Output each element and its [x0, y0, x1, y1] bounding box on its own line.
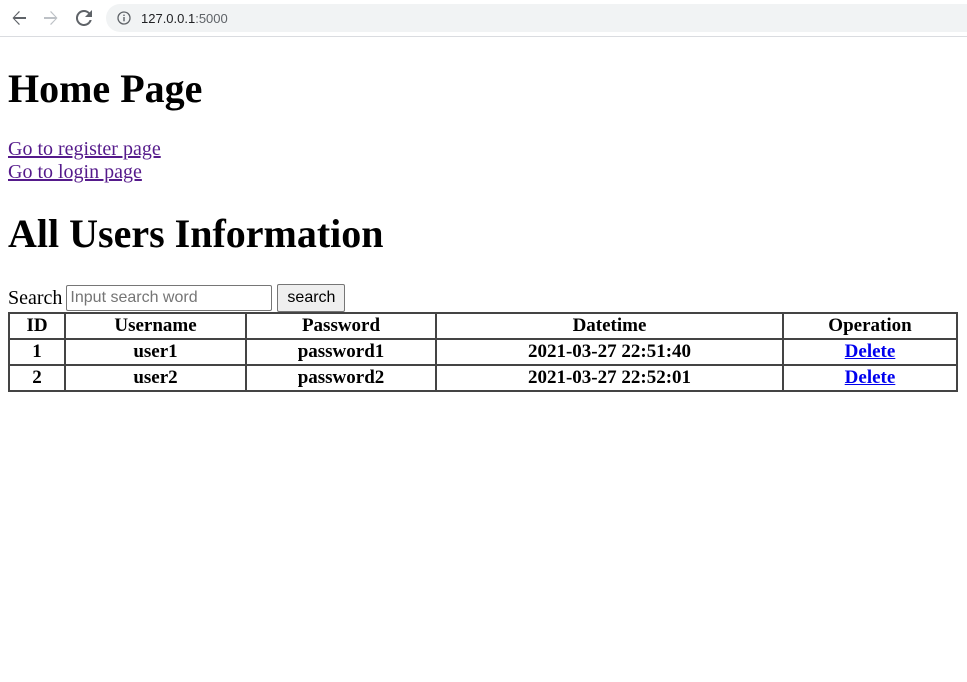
url-host: 127.0.0.1: [141, 10, 196, 26]
cell-username: user2: [64, 364, 247, 392]
arrow-left-icon: [12, 11, 26, 25]
search-form: Search search: [8, 284, 346, 312]
table-row: 2 user2 password2 2021-03-27 22:52:01 De…: [8, 364, 958, 392]
table-header-row: ID Username Password Datetime Operation: [8, 312, 958, 340]
section-title: All Users Information: [8, 211, 384, 256]
table-row: 1 user1 password1 2021-03-27 22:51:40 De…: [8, 338, 958, 366]
page-title: Home Page: [8, 66, 203, 111]
cell-id: 2: [8, 364, 66, 392]
delete-link[interactable]: Delete: [845, 367, 896, 388]
login-link[interactable]: Go to login page: [8, 161, 161, 184]
address-bar[interactable]: 127.0.0.1:5000: [106, 4, 967, 32]
cell-operation: Delete: [782, 338, 958, 366]
cell-id: 1: [8, 338, 66, 366]
reload-button[interactable]: [74, 8, 94, 28]
cell-username: user1: [64, 338, 247, 366]
cell-operation: Delete: [782, 364, 958, 392]
browser-toolbar: 127.0.0.1:5000: [0, 0, 967, 37]
info-icon[interactable]: [116, 10, 132, 26]
nav-links: Go to register page Go to login page: [8, 138, 161, 184]
search-label: Search: [8, 286, 63, 309]
cell-datetime: 2021-03-27 22:51:40: [435, 338, 784, 366]
forward-button[interactable]: [41, 8, 61, 28]
url-text[interactable]: 127.0.0.1:5000: [141, 11, 228, 26]
header-password: Password: [245, 312, 437, 340]
arrow-right-icon: [44, 11, 58, 25]
header-username: Username: [64, 312, 247, 340]
register-link[interactable]: Go to register page: [8, 138, 161, 161]
header-operation: Operation: [782, 312, 958, 340]
header-datetime: Datetime: [435, 312, 784, 340]
search-input[interactable]: [66, 285, 273, 311]
header-id: ID: [8, 312, 66, 340]
delete-link[interactable]: Delete: [845, 341, 896, 362]
cell-password: password2: [245, 364, 437, 392]
users-table: ID Username Password Datetime Operation …: [8, 312, 958, 392]
cell-datetime: 2021-03-27 22:52:01: [435, 364, 784, 392]
url-port: :5000: [195, 10, 228, 26]
cell-password: password1: [245, 338, 437, 366]
reload-icon: [76, 10, 92, 26]
back-button[interactable]: [9, 8, 29, 28]
search-button[interactable]: search: [277, 284, 346, 312]
